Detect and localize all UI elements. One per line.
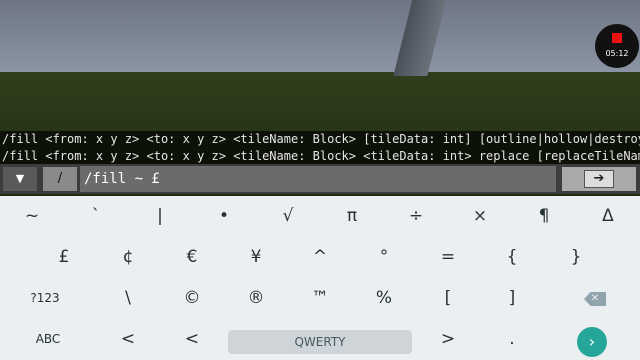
command-input[interactable]: /fill ~ £ — [80, 166, 556, 192]
key[interactable]: { — [480, 237, 544, 278]
key[interactable]: ¢ — [96, 237, 160, 278]
send-button[interactable]: ➔ — [562, 167, 636, 191]
key[interactable]: × — [448, 196, 512, 237]
slash-button[interactable]: / — [43, 167, 77, 191]
key[interactable]: Δ — [576, 196, 640, 237]
command-bar: ▼ / /fill ~ £ ➔ — [0, 164, 640, 194]
key[interactable]: £ — [32, 237, 96, 278]
sky — [0, 0, 640, 76]
key[interactable]: } — [544, 237, 608, 278]
key[interactable]: ^ — [288, 237, 352, 278]
chevron-down-icon: ▼ — [15, 172, 25, 185]
arrow-right-icon: › — [588, 332, 596, 351]
suggestion-line: /fill <from: x y z> <to: x y z> <tileNam… — [0, 131, 640, 148]
key[interactable]: | — [128, 196, 192, 237]
on-screen-keyboard: ~ ` | • √ π ÷ × ¶ Δ £ ¢ € ¥ ^ ° = { } ?1… — [0, 196, 640, 360]
key[interactable]: < — [160, 319, 224, 360]
key[interactable]: \ — [96, 278, 160, 319]
key[interactable]: ° — [352, 237, 416, 278]
symbols-toggle-key[interactable]: ?123 — [13, 278, 77, 319]
key[interactable]: ¶ — [512, 196, 576, 237]
key[interactable]: ~ — [0, 196, 64, 237]
abc-toggle-key[interactable]: ABC — [16, 319, 80, 360]
key[interactable]: = — [416, 237, 480, 278]
screen-recorder-button[interactable]: 05:12 — [595, 24, 639, 68]
key[interactable]: ` — [64, 196, 128, 237]
key[interactable]: ÷ — [384, 196, 448, 237]
key[interactable]: ® — [224, 278, 288, 319]
key[interactable]: > — [416, 319, 480, 360]
key[interactable]: © — [160, 278, 224, 319]
key[interactable]: • — [192, 196, 256, 237]
key[interactable]: √ — [256, 196, 320, 237]
key[interactable]: ] — [480, 278, 544, 319]
game-viewport[interactable]: 05:12 /fill <from: x y z> <to: x y z> <t… — [0, 0, 640, 196]
recording-time: 05:12 — [605, 49, 629, 58]
key[interactable]: [ — [416, 278, 480, 319]
enter-key[interactable]: › — [577, 327, 607, 357]
key[interactable]: . — [480, 319, 544, 360]
record-icon — [612, 33, 622, 43]
key[interactable]: < — [96, 319, 160, 360]
key[interactable]: % — [352, 278, 416, 319]
key[interactable]: ¥ — [224, 237, 288, 278]
suggestion-line: /fill <from: x y z> <to: x y z> <tileNam… — [0, 148, 640, 165]
command-suggestions: /fill <from: x y z> <to: x y z> <tileNam… — [0, 131, 640, 165]
key[interactable]: ™ — [288, 278, 352, 319]
backspace-icon[interactable]: ✕ — [584, 292, 606, 306]
space-bar[interactable]: QWERTY — [228, 330, 412, 354]
key[interactable]: π — [320, 196, 384, 237]
arrow-right-icon: ➔ — [584, 170, 614, 188]
key[interactable]: € — [160, 237, 224, 278]
history-dropdown-button[interactable]: ▼ — [3, 167, 37, 191]
